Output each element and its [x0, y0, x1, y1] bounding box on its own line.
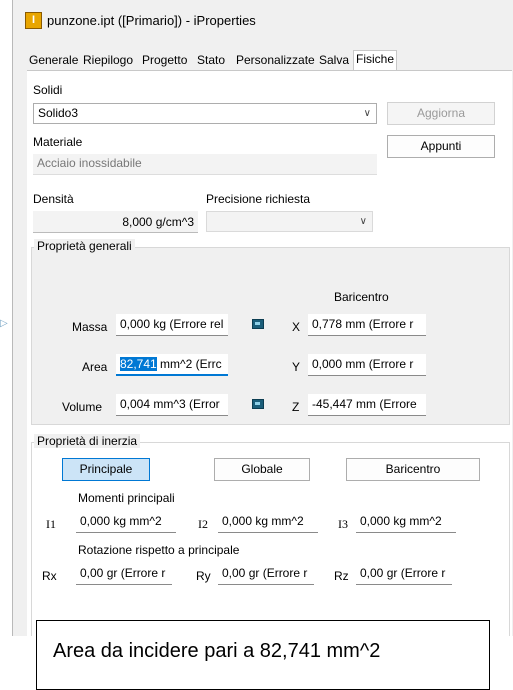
iproperties-window: I punzone.ipt ([Primario]) - iProperties…	[12, 0, 513, 637]
update-button[interactable]: Aggiorna	[387, 102, 495, 125]
i3-label: I3	[338, 517, 348, 531]
mass-label: Massa	[72, 320, 108, 334]
solids-label: Solidi	[33, 83, 63, 97]
solids-value: Solido3	[38, 106, 79, 120]
global-button[interactable]: Globale	[214, 458, 310, 481]
area-unit-text: mm^2 (Errc	[156, 357, 222, 371]
ry-value[interactable]: 0,00 gr (Errore r	[218, 563, 314, 585]
calculator-icon[interactable]	[252, 319, 264, 329]
rotation-label: Rotazione rispetto a principale	[78, 543, 240, 557]
window-title: punzone.ipt ([Primario]) - iProperties	[47, 13, 256, 28]
area-value[interactable]: 82,741 mm^2 (Errc	[116, 354, 228, 376]
area-selected-text: 82,741	[120, 357, 157, 371]
material-value: Acciaio inossidabile	[37, 156, 142, 170]
annotation-caption: Area da incidere pari a 82,741 mm^2	[36, 620, 490, 690]
mass-value[interactable]: 0,000 kg (Errore rel	[116, 314, 228, 336]
tab-fisiche[interactable]: Fisiche	[353, 50, 398, 71]
inertia-properties-title: Proprietà di inerzia	[34, 434, 141, 448]
tab-generale[interactable]: Generale	[27, 52, 80, 69]
chevron-down-icon: ∨	[363, 108, 371, 119]
chevron-down-icon: ∨	[359, 216, 367, 227]
centroid-header: Baricentro	[334, 290, 389, 304]
clipboard-button[interactable]: Appunti	[387, 135, 495, 158]
title-bar: I punzone.ipt ([Primario]) - iProperties	[13, 0, 513, 42]
principal-moments-label: Momenti principali	[78, 491, 175, 505]
rz-label: Rz	[334, 569, 349, 583]
i2-label: I2	[198, 517, 208, 531]
inventor-part-icon: I	[25, 12, 42, 29]
tab-salva[interactable]: Salva	[317, 52, 351, 69]
i2-value[interactable]: 0,000 kg mm^2	[218, 511, 318, 533]
y-label: Y	[292, 360, 301, 374]
i3-value[interactable]: 0,000 kg mm^2	[356, 511, 456, 533]
inertia-properties-group: Proprietà di inerzia Principale Globale …	[31, 434, 510, 636]
side-arrow-icon: ▷	[0, 318, 8, 329]
precision-label: Precisione richiesta	[206, 192, 311, 206]
x-centroid-value[interactable]: 0,778 mm (Errore r	[308, 314, 426, 336]
calculator-icon[interactable]	[252, 399, 264, 409]
x-label: X	[292, 320, 301, 334]
tab-riepilogo[interactable]: Riepilogo	[81, 52, 135, 69]
area-label: Area	[82, 360, 108, 374]
i1-value[interactable]: 0,000 kg mm^2	[76, 511, 176, 533]
i1-label: I1	[46, 517, 56, 531]
centroid-button[interactable]: Baricentro	[346, 458, 480, 481]
tab-personalizzate[interactable]: Personalizzate	[234, 52, 317, 69]
density-value: 8,000 g/cm^3	[33, 211, 198, 233]
tab-progetto[interactable]: Progetto	[140, 52, 189, 69]
tab-stato[interactable]: Stato	[195, 52, 227, 69]
volume-label: Volume	[62, 400, 103, 414]
z-centroid-value[interactable]: -45,447 mm (Errore	[308, 394, 426, 416]
ry-label: Ry	[196, 569, 211, 583]
solids-dropdown[interactable]: Solido3 ∨	[33, 103, 377, 124]
principal-button[interactable]: Principale	[62, 458, 150, 481]
rz-value[interactable]: 0,00 gr (Errore r	[356, 563, 452, 585]
material-label: Materiale	[33, 135, 83, 149]
material-field: Acciaio inossidabile	[33, 154, 377, 175]
rx-label: Rx	[42, 569, 57, 583]
density-label: Densità	[33, 192, 74, 206]
general-properties-group: Proprietà generali Baricentro Massa 0,00…	[31, 239, 510, 425]
z-label: Z	[292, 400, 300, 414]
volume-value[interactable]: 0,004 mm^3 (Error	[116, 394, 228, 416]
rx-value[interactable]: 0,00 gr (Errore r	[76, 563, 172, 585]
general-properties-title: Proprietà generali	[34, 239, 135, 253]
precision-dropdown: ∨	[206, 211, 373, 232]
y-centroid-value[interactable]: 0,000 mm (Errore r	[308, 354, 426, 376]
